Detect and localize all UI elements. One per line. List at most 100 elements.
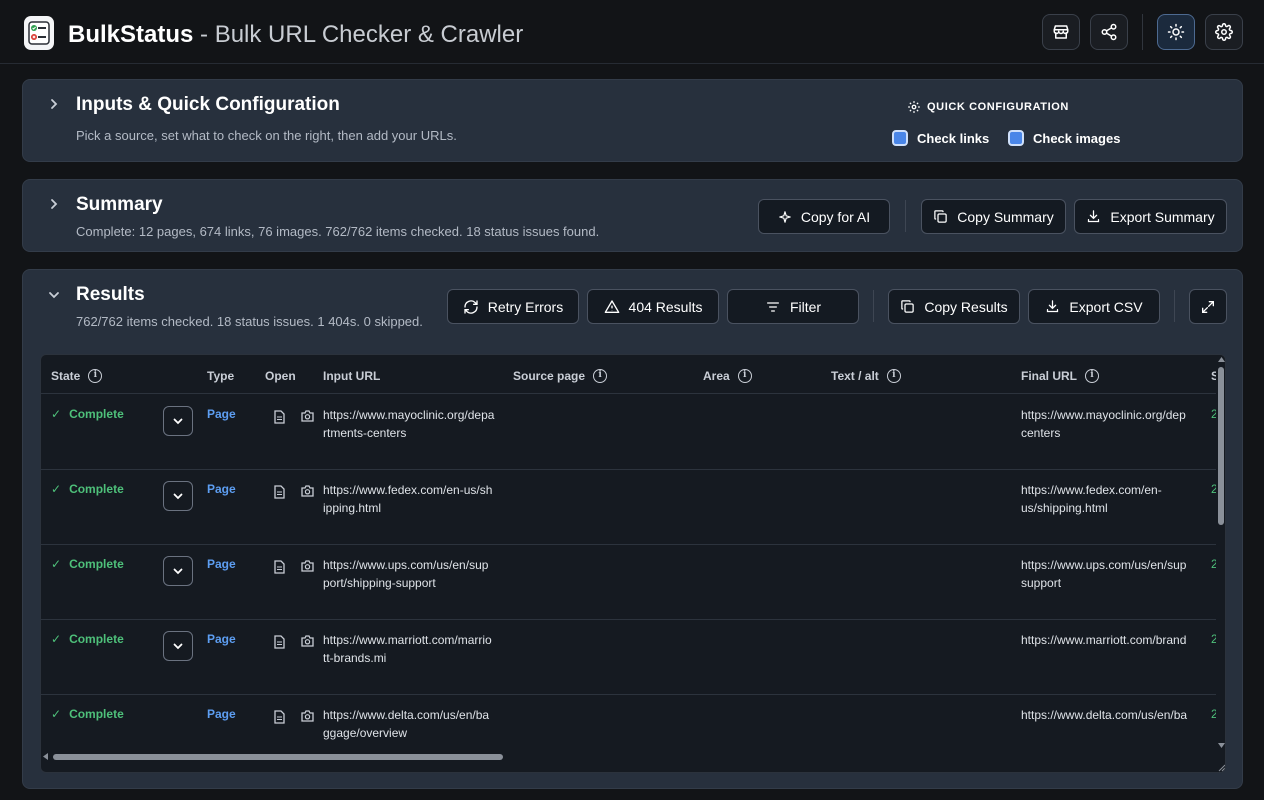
column-label-state: State [51,369,81,383]
camera-icon[interactable] [301,635,314,647]
chevron-right-icon[interactable] [48,98,60,110]
inputs-panel: Inputs & Quick Configuration Pick a sour… [22,79,1243,162]
top-bar: BulkStatus - Bulk URL Checker & Crawler [0,0,1264,64]
check-links-box[interactable] [892,130,908,146]
horizontal-scroll-thumb[interactable] [53,754,503,760]
copy-summary-label: Copy Summary [957,208,1054,225]
input-url: https://www.ups.com/us/en/support/shippi… [323,558,489,590]
type-link[interactable]: Page [207,557,236,571]
share-button[interactable] [1090,14,1128,50]
resize-handle-icon[interactable] [1217,763,1226,772]
document-icon[interactable] [274,560,285,574]
column-label-type: Type [207,369,235,383]
store-button[interactable] [1042,14,1080,50]
sun-icon [1167,23,1185,41]
sparkle-icon [779,210,791,223]
state-label: Complete [69,482,124,496]
vertical-scrollbar[interactable] [1216,355,1225,772]
info-icon[interactable]: i [593,369,608,383]
final-url: https://www.marriott.com/brand [1021,631,1193,649]
camera-icon[interactable] [301,710,314,722]
final-url-line-2: us/shipping.html [1021,501,1108,515]
column-header-area[interactable]: Area i [703,369,752,383]
copy-results-button[interactable]: Copy Results [888,289,1020,324]
retry-errors-button[interactable]: Retry Errors [447,289,579,324]
copy-for-ai-label: Copy for AI [800,208,871,225]
chevron-down-icon [173,493,183,500]
chevron-right-icon[interactable] [48,198,60,210]
check-images-box[interactable] [1008,130,1024,146]
column-label-input-url: Input URL [323,369,381,383]
row-expand-button[interactable] [163,556,193,586]
horizontal-scrollbar[interactable] [41,751,1216,762]
app-title: BulkStatus - Bulk URL Checker & Crawler [68,20,523,50]
type-link[interactable]: Page [207,407,236,421]
check-icon: ✓ [51,707,62,721]
check-icon: ✓ [51,557,62,571]
state-cell: ✓ Complete [51,557,124,571]
copy-for-ai-button[interactable]: Copy for AI [758,199,890,234]
document-icon[interactable] [274,635,285,649]
type-link[interactable]: Page [207,707,236,721]
type-link[interactable]: Page [207,632,236,646]
filter-button[interactable]: Filter [727,289,859,324]
document-icon[interactable] [274,485,285,499]
check-links-checkbox[interactable]: Check links [892,130,989,146]
check-icon: ✓ [51,632,62,646]
column-header-input-url[interactable]: Input URL [323,369,380,383]
camera-icon[interactable] [301,485,314,497]
document-icon[interactable] [274,710,285,724]
info-icon[interactable]: i [1085,369,1099,383]
table-row: ✓ Complete Page https://www.marriott.com/… [41,619,1219,694]
export-csv-button[interactable]: Export CSV [1028,289,1160,324]
check-icon: ✓ [51,482,62,496]
check-images-checkbox[interactable]: Check images [1008,130,1120,146]
column-header-source-page[interactable]: Source page i [513,369,608,383]
scroll-up-icon[interactable] [1218,357,1225,362]
camera-icon[interactable] [301,560,314,572]
scroll-left-icon[interactable] [43,753,48,760]
row-expand-button[interactable] [163,406,193,436]
info-icon[interactable]: i [88,369,103,383]
column-label-final-url: Final URL [1021,369,1077,383]
summary-divider [905,200,906,232]
chevron-down-icon[interactable] [48,289,60,301]
vertical-scroll-thumb[interactable] [1218,367,1224,525]
input-url: https://www.fedex.com/en-us/shipping.htm… [323,483,493,515]
column-header-state[interactable]: State i [51,369,103,383]
row-expand-button[interactable] [163,481,193,511]
app-subtitle: - Bulk URL Checker & Crawler [193,21,524,48]
quick-config-heading: QUICK CONFIGURATION [907,100,1069,114]
input-url: https://www.marriott.com/marriott-brands… [323,633,492,665]
export-summary-button[interactable]: Export Summary [1074,199,1227,234]
state-label: Complete [69,557,124,571]
download-icon [1047,300,1059,313]
column-header-type[interactable]: Type [207,369,234,383]
copy-icon [901,300,915,313]
info-icon[interactable]: i [737,369,752,383]
settings-button[interactable] [1205,14,1243,50]
warning-icon [604,299,619,313]
column-header-final-url[interactable]: Final URL i [1021,369,1099,383]
state-label: Complete [69,407,124,421]
results-subtitle: 762/762 items checked. 18 status issues.… [76,314,423,329]
state-cell: ✓ Complete [51,407,124,421]
input-url: https://www.delta.com/us/en/baggage/over… [323,708,490,740]
copy-summary-button[interactable]: Copy Summary [921,199,1066,234]
type-link[interactable]: Page [207,482,236,496]
check-icon: ✓ [51,407,62,421]
expand-fullscreen-button[interactable] [1189,289,1227,324]
column-header-open[interactable]: Open [265,369,296,383]
row-expand-button[interactable] [163,631,193,661]
chevron-down-icon [173,418,183,425]
column-header-text-alt[interactable]: Text / alt i [831,369,901,383]
info-icon[interactable]: i [886,369,901,383]
download-icon [1088,210,1100,223]
scroll-down-icon[interactable] [1218,743,1225,748]
state-label: Complete [69,707,124,721]
app-logo [24,16,54,50]
camera-icon[interactable] [301,410,314,422]
404-results-button[interactable]: 404 Results [587,289,719,324]
document-icon[interactable] [274,410,285,424]
theme-toggle-button[interactable] [1157,14,1195,50]
